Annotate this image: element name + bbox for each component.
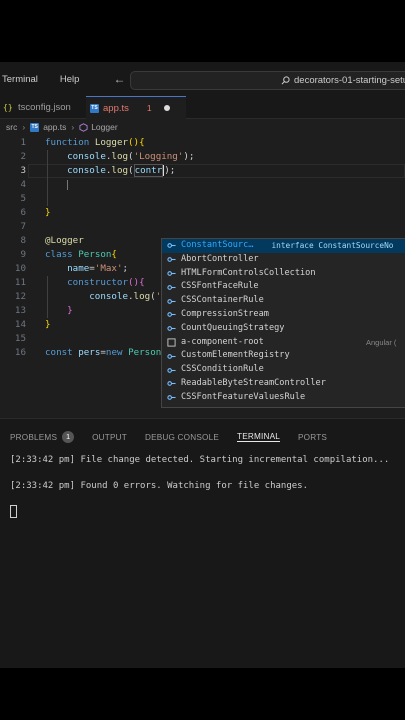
line-number: 8 bbox=[20, 235, 26, 246]
suggestion-item[interactable]: CustomElementRegistry bbox=[162, 349, 405, 363]
breadcrumb-folder[interactable]: src bbox=[6, 122, 17, 132]
suggestion-item[interactable]: a-component-root Angular ( bbox=[162, 336, 405, 350]
interface-icon bbox=[167, 353, 176, 359]
menu-terminal[interactable]: Terminal bbox=[0, 74, 42, 85]
line-number: 5 bbox=[20, 193, 26, 204]
problems-count-badge: 1 bbox=[62, 431, 75, 443]
chevron-right-icon: › bbox=[71, 122, 75, 132]
interface-icon bbox=[167, 257, 176, 263]
line-number: 16 bbox=[14, 347, 26, 358]
function-symbol-icon bbox=[79, 122, 88, 132]
bottom-panel: PROBLEMS 1 OUTPUT DEBUG CONSOLE TERMINAL… bbox=[0, 418, 405, 668]
line-number: 2 bbox=[20, 151, 26, 162]
json-file-icon: {} bbox=[3, 103, 13, 112]
line-number: 13 bbox=[14, 305, 26, 316]
interface-icon bbox=[167, 326, 176, 332]
suggestion-item[interactable]: ReadableByteStreamController bbox=[162, 377, 405, 391]
tab-terminal[interactable]: TERMINAL bbox=[237, 432, 280, 442]
line-number: 4 bbox=[20, 179, 26, 190]
line-number: 1 bbox=[20, 137, 26, 148]
suggestion-item[interactable]: HTMLFormControlsCollection bbox=[162, 267, 405, 281]
interface-icon bbox=[167, 312, 176, 318]
search-icon bbox=[281, 76, 290, 85]
breadcrumb-file[interactable]: app.ts bbox=[43, 122, 66, 132]
editor-tab-bar: {} tsconfig.json TS app.ts 1 bbox=[0, 96, 405, 119]
terminal-output-line: [2:33:42 pm] File change detected. Start… bbox=[10, 455, 390, 465]
suggestion-label: HTMLFormControlsCollection bbox=[181, 267, 316, 278]
suggestion-label: AbortController bbox=[181, 253, 259, 264]
code-line: 7 bbox=[0, 220, 405, 234]
interface-icon bbox=[167, 395, 176, 401]
back-arrow-icon[interactable]: ← bbox=[113, 72, 125, 86]
panel-tabs: PROBLEMS 1 OUTPUT DEBUG CONSOLE TERMINAL… bbox=[0, 429, 335, 445]
suggestion-item[interactable]: CSSConditionRule bbox=[162, 363, 405, 377]
snippet-icon bbox=[167, 338, 176, 347]
suggestion-item[interactable]: ConstantSourc… interface ConstantSourceN… bbox=[162, 239, 405, 253]
code-line: 3 console.log(contr); bbox=[0, 164, 405, 178]
typescript-file-icon: TS bbox=[30, 122, 40, 132]
suggestion-item[interactable]: CountQueuingStrategy bbox=[162, 322, 405, 336]
interface-icon bbox=[167, 271, 176, 276]
line-number: 11 bbox=[14, 277, 26, 288]
search-text: decorators-01-starting-setup bbox=[294, 75, 405, 86]
line-number: 15 bbox=[14, 333, 26, 344]
code-line: 4 bbox=[0, 178, 405, 192]
interface-icon bbox=[167, 284, 176, 290]
code-line: 5 bbox=[0, 192, 405, 206]
line-number: 14 bbox=[14, 319, 26, 330]
tab-output[interactable]: OUTPUT bbox=[92, 433, 127, 442]
line-number: 10 bbox=[14, 263, 26, 274]
terminal-cursor[interactable] bbox=[10, 505, 17, 518]
suggestion-label: CustomElementRegistry bbox=[181, 350, 290, 361]
suggestion-label: a-component-root bbox=[181, 336, 264, 347]
tab-problem-count: 1 bbox=[146, 103, 152, 113]
svg-text:{}: {} bbox=[3, 103, 13, 112]
suggestion-item[interactable]: CSSFontFeatureValuesRule bbox=[162, 391, 405, 405]
breadcrumb-symbol[interactable]: Logger bbox=[91, 122, 117, 132]
suggestion-source: Angular ( bbox=[366, 337, 397, 347]
menu-help[interactable]: Help bbox=[56, 74, 84, 85]
suggestion-item[interactable]: AbortController bbox=[162, 253, 405, 267]
suggestion-label: ConstantSourc… bbox=[181, 240, 254, 250]
suggestion-item[interactable]: CSSContainerRule bbox=[162, 294, 405, 308]
vscode-window: Terminal Help ← → decorators-01-starting… bbox=[0, 62, 405, 668]
autocomplete-suggest-widget[interactable]: ConstantSourc… interface ConstantSourceN… bbox=[161, 238, 405, 408]
chevron-right-icon: › bbox=[22, 122, 26, 132]
tab-app-ts[interactable]: TS app.ts 1 bbox=[86, 96, 186, 119]
suggestion-label: CompressionStream bbox=[181, 309, 269, 319]
suggestion-label: CSSFontFeatureValuesRule bbox=[181, 391, 306, 402]
line-number: 12 bbox=[14, 291, 26, 302]
suggestion-label: CSSConditionRule bbox=[181, 364, 264, 375]
terminal-output-line: [2:33:42 pm] Found 0 errors. Watching fo… bbox=[10, 481, 309, 491]
suggestion-detail: interface ConstantSourceNo bbox=[271, 241, 394, 250]
line-number: 7 bbox=[20, 221, 26, 232]
unsaved-dot-icon[interactable] bbox=[163, 105, 170, 111]
interface-icon bbox=[167, 367, 176, 373]
suggestion-label: ReadableByteStreamController bbox=[181, 378, 326, 388]
title-bar: Terminal Help ← → decorators-01-starting… bbox=[0, 62, 405, 96]
suggestion-label: CSSFontFaceRule bbox=[181, 281, 259, 292]
tab-label: app.ts bbox=[103, 102, 129, 114]
command-center-search[interactable]: decorators-01-starting-setup bbox=[130, 71, 405, 90]
suggestion-item[interactable]: CSSFontFaceRule bbox=[162, 280, 405, 294]
line-number: 3 bbox=[20, 165, 26, 176]
tab-tsconfig[interactable]: {} tsconfig.json bbox=[0, 96, 86, 118]
tab-debug-console[interactable]: DEBUG CONSOLE bbox=[145, 433, 219, 442]
code-line: 2 console.log('Logging'); bbox=[0, 150, 405, 164]
suggestion-label: CSSContainerRule bbox=[181, 295, 264, 306]
interface-icon bbox=[167, 381, 176, 387]
code-line: 6} bbox=[0, 206, 405, 220]
code-line: 1 function Logger(){ bbox=[0, 136, 405, 150]
typescript-file-icon: TS bbox=[90, 103, 99, 113]
line-number: 9 bbox=[20, 249, 26, 260]
tab-ports[interactable]: PORTS bbox=[298, 433, 327, 442]
tab-label: tsconfig.json bbox=[18, 101, 71, 113]
suggestion-label: CountQueuingStrategy bbox=[181, 322, 285, 333]
breadcrumb: src › TS app.ts › Logger bbox=[0, 120, 118, 134]
line-number: 6 bbox=[20, 207, 26, 218]
tab-problems[interactable]: PROBLEMS bbox=[10, 433, 57, 442]
suggestion-item[interactable]: CompressionStream bbox=[162, 308, 405, 322]
interface-icon bbox=[167, 243, 176, 249]
interface-icon bbox=[167, 298, 176, 304]
